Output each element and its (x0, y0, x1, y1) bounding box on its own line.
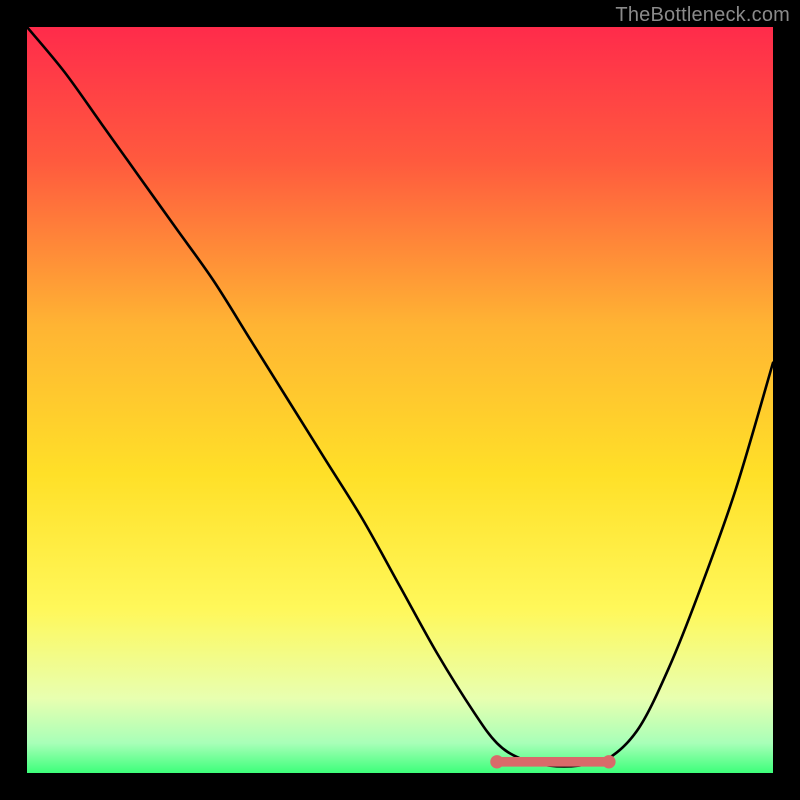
bottleneck-curve (27, 27, 773, 773)
chart-frame: TheBottleneck.com (0, 0, 800, 800)
watermark-text: TheBottleneck.com (615, 4, 790, 27)
plot-area (27, 27, 773, 773)
